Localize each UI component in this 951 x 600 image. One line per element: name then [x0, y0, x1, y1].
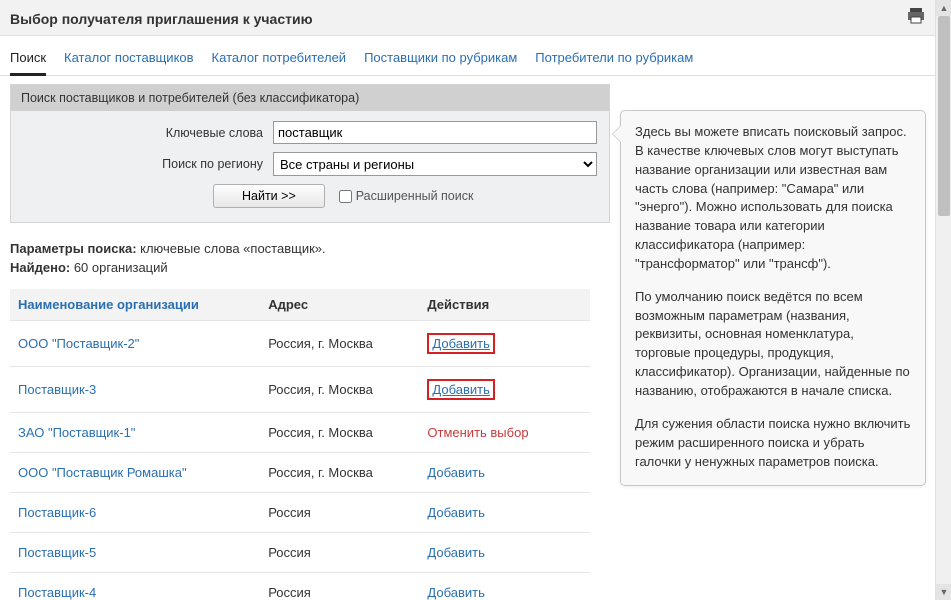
org-link[interactable]: Поставщик-5 [18, 545, 96, 560]
advanced-search-wrap[interactable]: Расширенный поиск [335, 187, 474, 206]
table-row: ООО "Поставщик Ромашка" Россия, г. Москва… [10, 453, 590, 493]
found-value: 60 организаций [70, 260, 167, 275]
tab-supplier-catalog[interactable]: Каталог поставщиков [64, 44, 194, 75]
tooltip-paragraph: Здесь вы можете вписать поисковый запрос… [635, 123, 911, 274]
tab-consumers-by-rubric[interactable]: Потребители по рубрикам [535, 44, 693, 75]
table-row: ЗАО "Поставщик-1" Россия, г. Москва Отмени… [10, 413, 590, 453]
add-link[interactable]: Добавить [427, 333, 494, 354]
table-row: Поставщик-3 Россия, г. Москва Добавить [10, 367, 590, 413]
table-row: ООО "Поставщик-2" Россия, г. Москва Добави… [10, 321, 590, 367]
add-link[interactable]: Добавить [427, 585, 484, 600]
region-select[interactable]: Все страны и регионы [273, 152, 597, 176]
org-link[interactable]: ООО "Поставщик Ромашка" [18, 465, 187, 480]
col-header-name[interactable]: Наименование организации [10, 289, 260, 321]
address-cell: Россия [260, 573, 419, 600]
results-table: Наименование организации Адрес Действия … [0, 283, 600, 600]
page-header: Выбор получателя приглашения к участию [0, 0, 935, 36]
scrollbar-track[interactable] [936, 16, 951, 584]
print-icon[interactable] [907, 8, 925, 29]
col-header-actions: Действия [419, 289, 590, 321]
address-cell: Россия, г. Москва [260, 413, 419, 453]
table-row: Поставщик-6 Россия Добавить [10, 493, 590, 533]
tab-suppliers-by-rubric[interactable]: Поставщики по рубрикам [364, 44, 517, 75]
col-header-address: Адрес [260, 289, 419, 321]
advanced-search-checkbox[interactable] [339, 190, 352, 203]
tooltip-paragraph: По умолчанию поиск ведётся по всем возмо… [635, 288, 911, 401]
table-row: Поставщик-5 Россия Добавить [10, 533, 590, 573]
scrollbar-thumb[interactable] [938, 16, 950, 216]
address-cell: Россия [260, 533, 419, 573]
add-link[interactable]: Добавить [427, 379, 494, 400]
address-cell: Россия [260, 493, 419, 533]
address-cell: Россия, г. Москва [260, 321, 419, 367]
tab-consumer-catalog[interactable]: Каталог потребителей [212, 44, 347, 75]
org-link[interactable]: Поставщик-3 [18, 382, 96, 397]
org-link[interactable]: Поставщик-4 [18, 585, 96, 600]
page-title: Выбор получателя приглашения к участию [10, 11, 313, 27]
add-link[interactable]: Добавить [427, 505, 484, 520]
scrollbar-up-icon[interactable]: ▲ [936, 0, 951, 16]
org-link[interactable]: ЗАО "Поставщик-1" [18, 425, 135, 440]
help-tooltip: Здесь вы можете вписать поисковый запрос… [620, 110, 926, 486]
org-link[interactable]: ООО "Поставщик-2" [18, 336, 139, 351]
keywords-input[interactable] [273, 121, 597, 144]
address-cell: Россия, г. Москва [260, 453, 419, 493]
table-row: Поставщик-4 Россия Добавить [10, 573, 590, 600]
add-link[interactable]: Добавить [427, 545, 484, 560]
advanced-search-label: Расширенный поиск [356, 189, 474, 203]
search-panel-heading: Поиск поставщиков и потребителей (без кл… [11, 85, 609, 111]
tabs-nav: Поиск Каталог поставщиков Каталог потреб… [0, 36, 935, 76]
cancel-selection-link[interactable]: Отменить выбор [427, 425, 528, 440]
tooltip-paragraph: Для сужения области поиска нужно включит… [635, 415, 911, 472]
params-prefix: Параметры поиска: [10, 241, 137, 256]
tab-search[interactable]: Поиск [10, 44, 46, 76]
address-cell: Россия, г. Москва [260, 367, 419, 413]
search-panel: Поиск поставщиков и потребителей (без кл… [10, 84, 610, 223]
found-prefix: Найдено: [10, 260, 70, 275]
params-value: ключевые слова «поставщик». [137, 241, 326, 256]
scrollbar-down-icon[interactable]: ▼ [936, 584, 951, 600]
search-button[interactable]: Найти >> [213, 184, 325, 208]
org-link[interactable]: Поставщик-6 [18, 505, 96, 520]
region-label: Поиск по региону [23, 157, 273, 171]
vertical-scrollbar[interactable]: ▲ ▼ [935, 0, 951, 600]
keywords-label: Ключевые слова [23, 126, 273, 140]
add-link[interactable]: Добавить [427, 465, 484, 480]
